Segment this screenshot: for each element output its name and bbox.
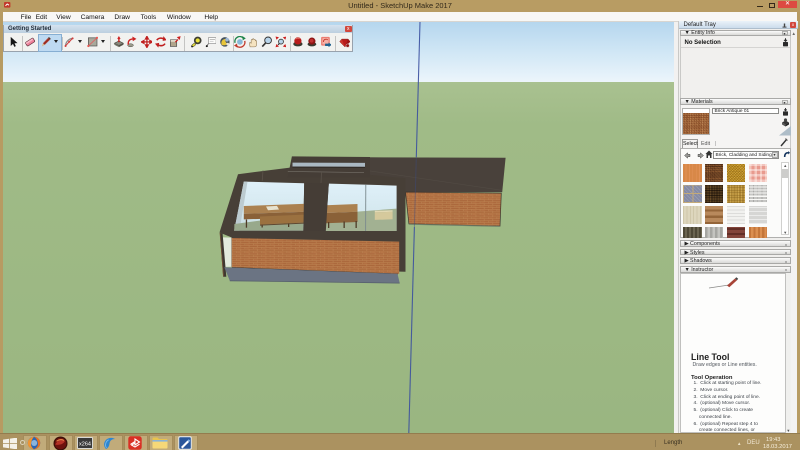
svg-text:x264: x264	[79, 442, 91, 448]
